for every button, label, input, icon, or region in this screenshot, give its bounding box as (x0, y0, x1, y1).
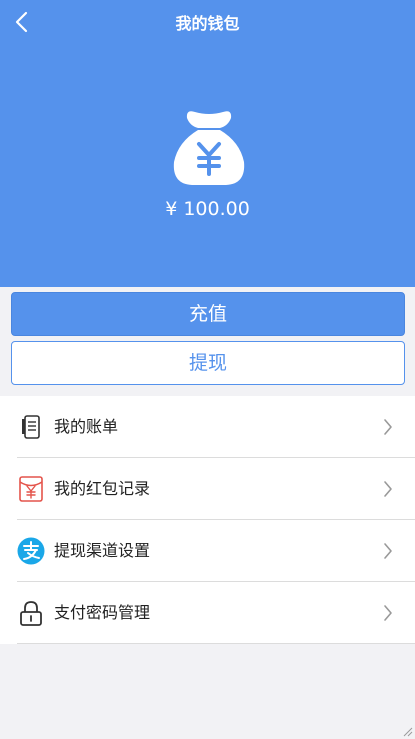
menu-item-red-packets[interactable]: 我的红包记录 (0, 458, 415, 520)
money-bag-icon (173, 111, 245, 185)
chevron-right-icon (384, 481, 392, 497)
menu-item-label: 我的红包记录 (54, 479, 151, 498)
red-packet-icon (19, 476, 43, 502)
alipay-icon (17, 537, 45, 565)
chevron-right-icon (384, 605, 392, 621)
chevron-right-icon (384, 543, 392, 559)
balance-amount: ¥ 100.00 (165, 198, 250, 220)
menu-item-payment-password[interactable]: 支付密码管理 (0, 582, 415, 644)
divider (17, 643, 415, 644)
wallet-menu: 我的账单 我的红包记录 提现渠道设置 支付密码管理 (0, 396, 415, 644)
lock-icon (20, 601, 42, 626)
resize-grip-icon[interactable] (401, 725, 413, 737)
wallet-header: 我的钱包 ¥ 100.00 (0, 0, 415, 287)
recharge-button[interactable]: 充值 (11, 292, 405, 336)
menu-item-label: 提现渠道设置 (54, 541, 151, 560)
menu-item-label: 我的账单 (54, 417, 119, 436)
menu-item-withdraw-channel[interactable]: 提现渠道设置 (0, 520, 415, 582)
chevron-right-icon (384, 419, 392, 435)
menu-item-bills[interactable]: 我的账单 (0, 396, 415, 458)
bill-icon (22, 415, 40, 439)
withdraw-button[interactable]: 提现 (11, 341, 405, 385)
page-title: 我的钱包 (175, 14, 240, 33)
menu-item-label: 支付密码管理 (54, 603, 151, 622)
